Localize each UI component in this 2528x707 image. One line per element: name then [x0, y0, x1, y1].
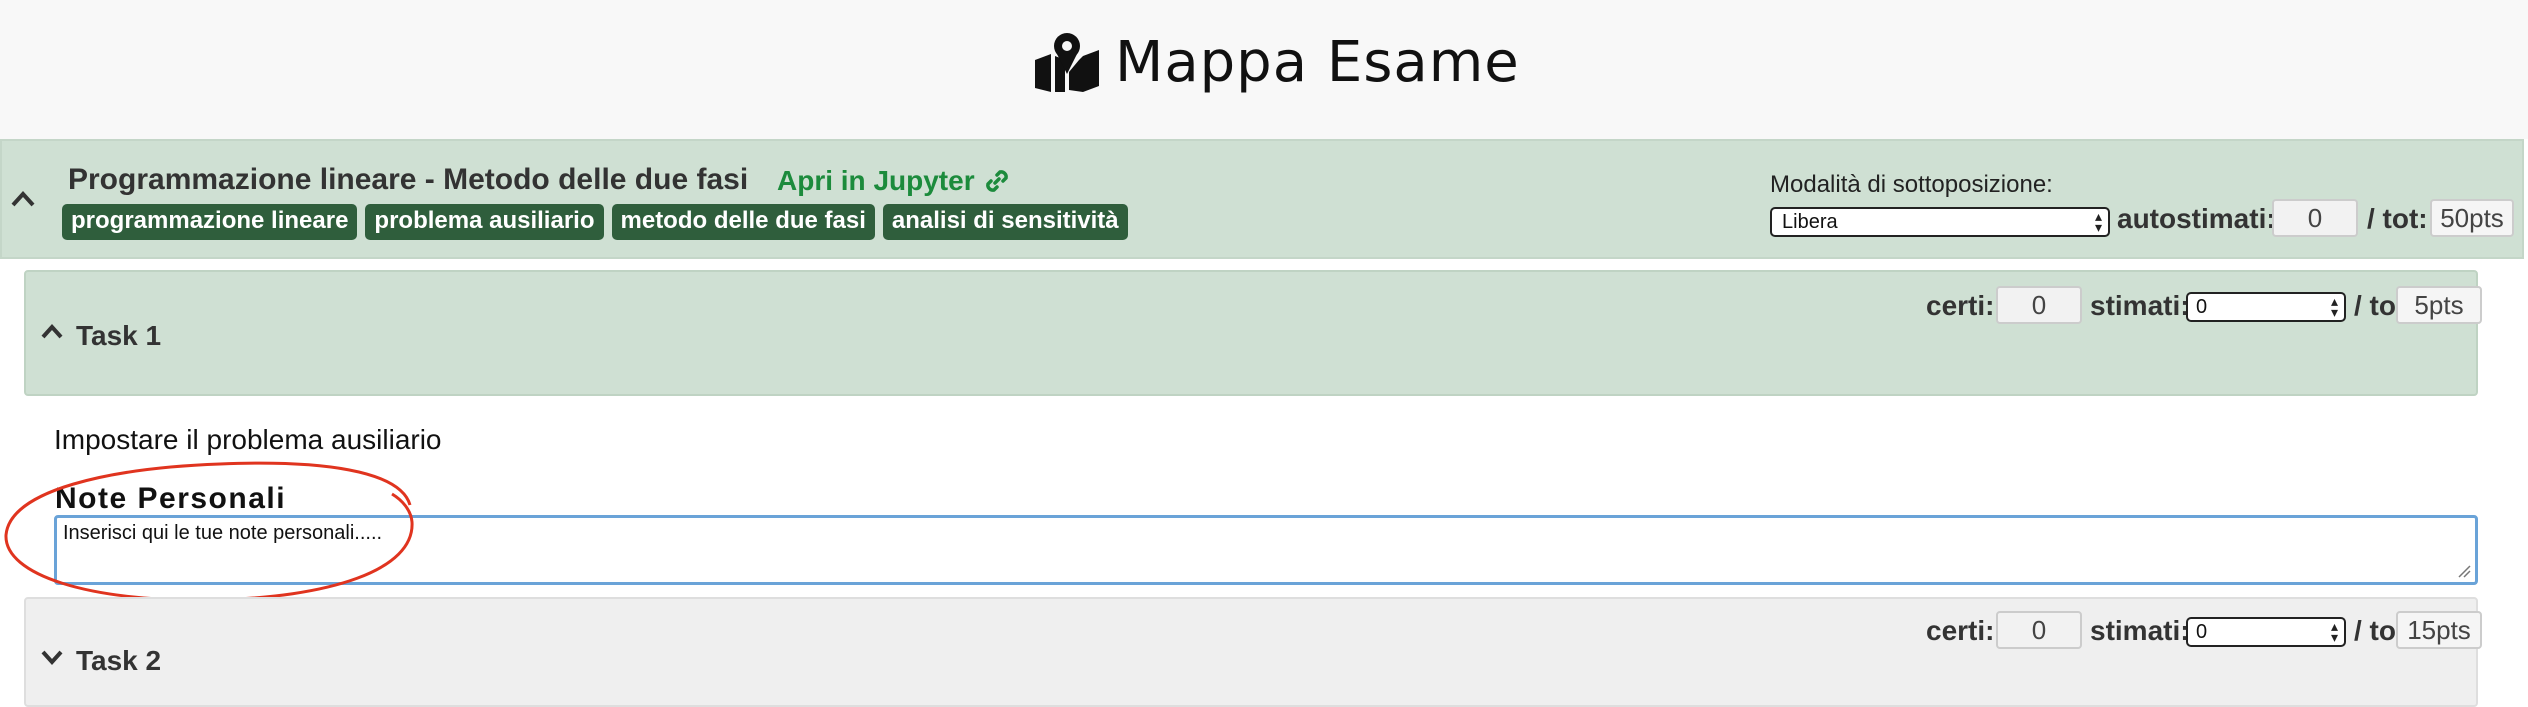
tag[interactable]: problema ausiliario — [365, 204, 604, 240]
app-title: Mappa Esame — [1035, 22, 1520, 102]
notes-placeholder: Inserisci qui le tue note personali..... — [63, 522, 383, 544]
exam-header: Programmazione lineare - Metodo delle du… — [0, 139, 2524, 259]
mode-label: Modalità di sottoposizione: — [1770, 171, 2053, 198]
stimati-select[interactable]: 0 ▴ ▾ — [2186, 292, 2346, 322]
task-card: Task 1 certi: 0 stimati: 0 ▴▾ / total: 5… — [24, 270, 2482, 396]
tot-label: / tot: — [2367, 203, 2428, 234]
resize-grip-icon[interactable] — [2457, 564, 2471, 578]
task-title[interactable]: Task 1 — [76, 320, 161, 352]
certi-input[interactable]: 0 — [1996, 611, 2082, 649]
link-icon — [985, 170, 1008, 192]
certi-input[interactable]: 0 — [1996, 286, 2082, 324]
certi-label: certi: — [1926, 290, 1995, 321]
tag[interactable]: analisi di sensitività — [882, 204, 1128, 240]
total-points: 15pts — [2396, 611, 2482, 649]
certi-label: certi: — [1926, 615, 1995, 646]
mode-select[interactable]: Libera ▴ ▾ — [1770, 207, 2110, 237]
stimati-label: stimati: — [2090, 615, 2190, 646]
stimati-select-value: 0 — [2196, 621, 2208, 643]
tag-list: programmazione lineare problema ausiliar… — [62, 204, 1128, 240]
mode-select-value: Libera — [1782, 211, 1838, 233]
tag[interactable]: metodo delle due fasi — [611, 204, 875, 240]
select-arrows-icon: ▴ ▾ — [2330, 618, 2338, 645]
chevron-up-icon[interactable] — [40, 322, 64, 342]
notes-title: Note Personali — [55, 482, 287, 515]
tot-points: 50pts — [2430, 199, 2514, 237]
stimati-label: stimati: — [2090, 290, 2190, 321]
chevron-up-icon[interactable] — [10, 189, 36, 209]
map-marked-icon — [1035, 33, 1099, 92]
chevron-down-icon[interactable] — [40, 647, 64, 667]
exam-title: Programmazione lineare - Metodo delle du… — [68, 163, 749, 196]
autostimati-label: autostimati: — [2117, 203, 2276, 234]
stimati-select[interactable]: 0 ▴ ▾ — [2186, 617, 2346, 647]
task-description: Impostare il problema ausiliario — [54, 424, 442, 455]
stimati-select-value: 0 — [2196, 296, 2208, 318]
autostimati-input[interactable]: 0 — [2272, 199, 2358, 237]
task-card: Task 2 certi: 0 stimati: 0 ▴▾ / total: 1… — [24, 597, 2482, 707]
app-title-text: Mappa Esame — [1115, 29, 1520, 95]
top-bar: Mappa Esame — [0, 0, 2528, 139]
tag[interactable]: programmazione lineare — [62, 204, 358, 240]
total-points: 5pts — [2396, 286, 2482, 324]
select-arrows-icon: ▴ ▾ — [2330, 293, 2338, 320]
task-title[interactable]: Task 2 — [76, 645, 161, 677]
select-arrows-icon: ▴ ▾ — [2094, 208, 2102, 235]
personal-notes-textarea[interactable]: Inserisci qui le tue note personali..... — [54, 515, 2478, 585]
open-in-jupyter-link[interactable]: Apri in Jupyter — [777, 165, 1011, 197]
open-in-jupyter-label: Apri in Jupyter — [777, 165, 975, 196]
